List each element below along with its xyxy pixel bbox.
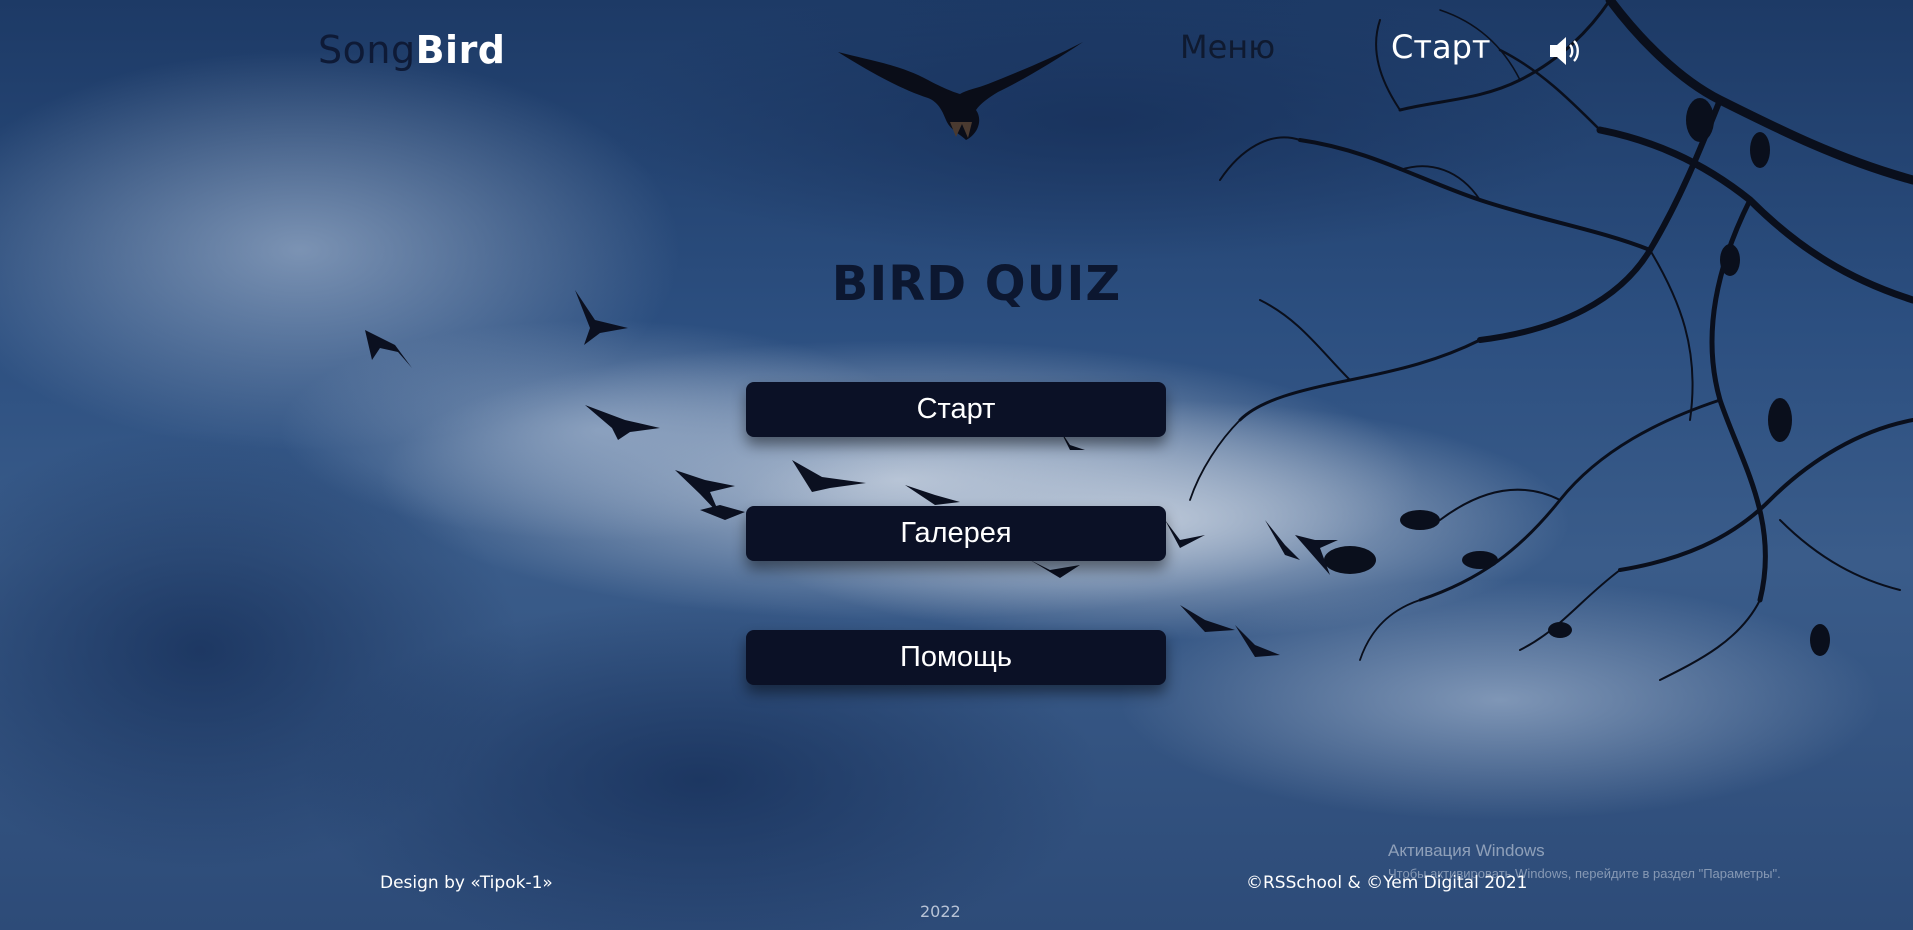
windows-activation-title: Активация Windows — [1388, 841, 1545, 860]
nav-menu-link[interactable]: Меню — [1180, 28, 1275, 66]
logo-bird-text: Bird — [415, 28, 506, 72]
logo[interactable]: SongBird — [318, 28, 506, 72]
songbird-home-page: SongBird Меню Старт BIRD QUIZ Старт Гале… — [0, 0, 1913, 930]
footer-copyright[interactable]: ©RSSchool & ©Yem Digital 2021 — [1246, 873, 1527, 893]
speaker-volume-icon[interactable] — [1548, 34, 1584, 68]
page-title: BIRD QUIZ — [831, 256, 1122, 312]
help-button[interactable]: Помощь — [746, 630, 1166, 685]
start-button[interactable]: Старт — [746, 382, 1166, 437]
footer-design-credit[interactable]: Design by «Tipok-1» — [380, 873, 553, 893]
nav-start-link[interactable]: Старт — [1391, 28, 1491, 66]
flying-bird-icon — [838, 42, 1083, 140]
gallery-button[interactable]: Галерея — [746, 506, 1166, 561]
header: SongBird Меню Старт — [0, 0, 1913, 140]
logo-song-text: Song — [318, 28, 416, 72]
flock-silhouettes — [365, 290, 1338, 657]
tree-leaves — [1324, 98, 1830, 656]
footer-year: 2022 — [920, 902, 961, 921]
